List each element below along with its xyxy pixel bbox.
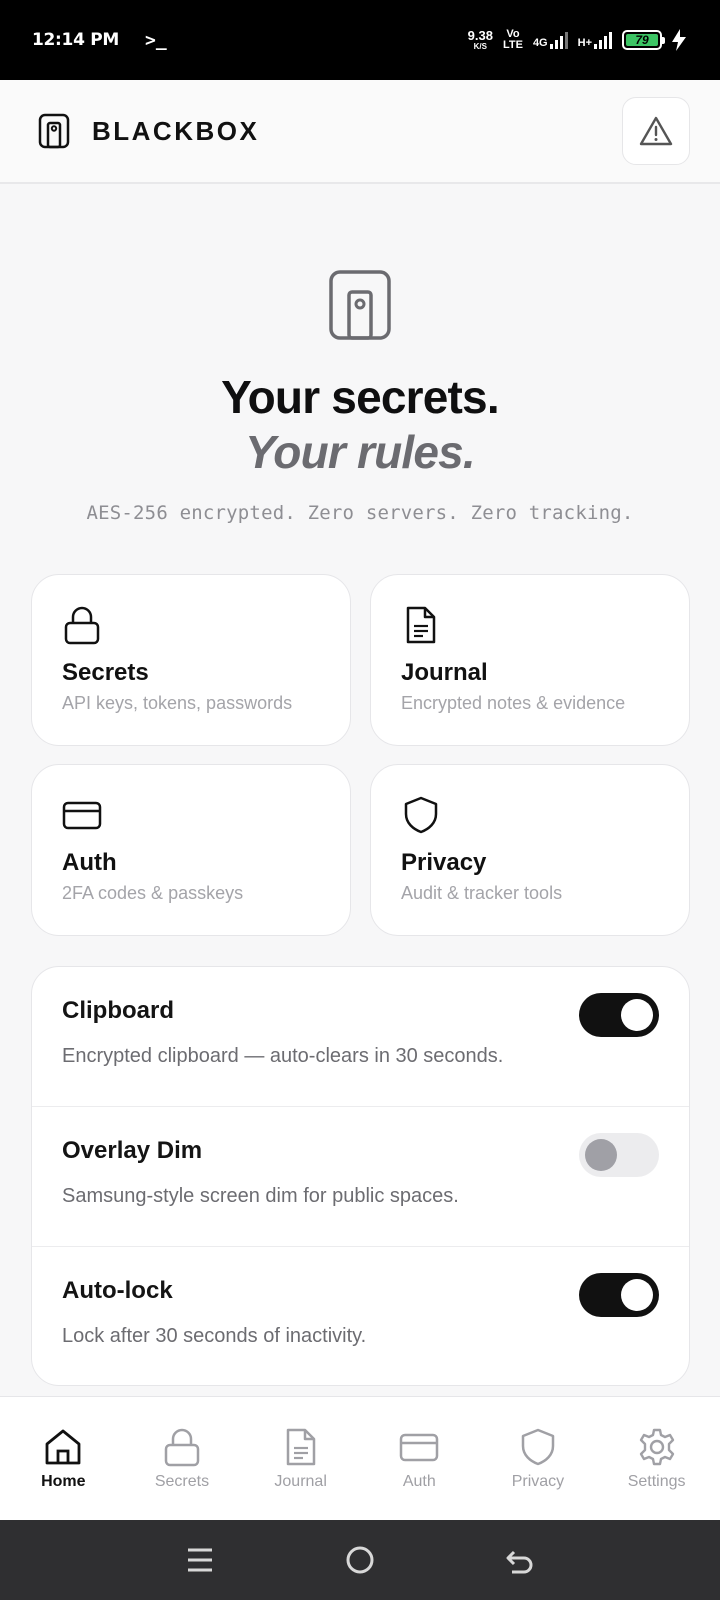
toggle-title: Overlay Dim — [62, 1137, 203, 1164]
shield-icon — [521, 1428, 555, 1466]
lock-icon — [64, 606, 100, 645]
overlay-dim-switch[interactable] — [579, 1133, 659, 1177]
toggle-title: Auto-lock — [62, 1277, 173, 1304]
feature-title: Privacy — [401, 849, 487, 876]
toggle-row-clipboard: Clipboard Encrypted clipboard — auto-cle… — [32, 967, 689, 1107]
volte-indicator: Vo LTE — [502, 28, 523, 51]
feature-subtitle: 2FA codes & passkeys — [62, 883, 244, 903]
feature-card-privacy[interactable]: Privacy Audit & tracker tools — [370, 764, 690, 936]
settings-toggles: Clipboard Encrypted clipboard — auto-cle… — [31, 966, 690, 1386]
toggle-description: Encrypted clipboard — auto-clears in 30 … — [62, 1045, 504, 1067]
vault-icon — [329, 270, 391, 340]
hero-subtitle: AES-256 encrypted. Zero servers. Zero tr… — [86, 502, 634, 525]
nav-secrets[interactable]: Secrets — [123, 1397, 241, 1491]
circle-home-icon[interactable] — [342, 1542, 378, 1578]
signal-4g: 4G — [533, 31, 568, 49]
toggle-description: Samsung-style screen dim for public spac… — [62, 1185, 459, 1207]
document-icon — [406, 606, 436, 644]
battery-icon: 79 — [622, 30, 665, 50]
nav-auth[interactable]: Auth — [360, 1397, 478, 1491]
charging-icon — [672, 29, 686, 51]
toggle-row-overlay-dim: Overlay Dim Samsung-style screen dim for… — [32, 1107, 689, 1247]
feature-card-auth[interactable]: Auth 2FA codes & passkeys — [31, 764, 351, 936]
nav-home[interactable]: Home — [4, 1397, 122, 1491]
feature-title: Journal — [401, 659, 488, 686]
signal-bars-icon — [594, 31, 612, 49]
shield-icon — [404, 796, 438, 834]
nav-label: Privacy — [511, 1473, 565, 1490]
toggle-row-auto-lock: Auto-lock Lock after 30 seconds of inact… — [32, 1247, 689, 1385]
auto-lock-switch[interactable] — [579, 1273, 659, 1317]
nav-label: Auth — [402, 1473, 436, 1490]
nav-label: Secrets — [154, 1473, 210, 1490]
back-icon[interactable] — [502, 1542, 538, 1578]
nav-journal[interactable]: Journal — [242, 1397, 360, 1491]
network-speed: 9.38 K/S — [467, 28, 493, 51]
terminal-icon: >_ — [145, 29, 167, 51]
clipboard-switch[interactable] — [579, 993, 659, 1037]
battery-level: 79 — [626, 34, 658, 46]
system-navigation-bar — [0, 1520, 720, 1600]
status-bar: 12:14 PM >_ 9.38 K/S Vo LTE 4G H+ 79 — [0, 0, 720, 80]
hero-headline: Your secrets. — [221, 371, 499, 423]
signal-bars-icon — [549, 31, 568, 49]
nav-label: Settings — [627, 1473, 686, 1490]
lock-icon — [164, 1428, 200, 1467]
feature-title: Auth — [62, 849, 117, 876]
feature-subtitle: API keys, tokens, passwords — [62, 693, 293, 713]
hero-section: Your secrets. Your rules. AES-256 encryp… — [0, 270, 720, 524]
signal-hplus: H+ — [578, 31, 612, 49]
home-icon — [45, 1429, 81, 1465]
gear-icon — [639, 1428, 674, 1466]
toggle-title: Clipboard — [62, 997, 174, 1024]
vault-icon — [38, 113, 70, 149]
document-icon — [286, 1428, 315, 1466]
nav-label: Journal — [274, 1473, 327, 1490]
recents-icon[interactable] — [182, 1542, 218, 1578]
toggle-description: Lock after 30 seconds of inactivity. — [62, 1325, 367, 1347]
feature-grid: Secrets API keys, tokens, passwords Jour… — [31, 574, 690, 936]
nav-privacy[interactable]: Privacy — [479, 1397, 597, 1491]
hero-tagline: Your rules. — [245, 426, 476, 479]
feature-card-journal[interactable]: Journal Encrypted notes & evidence — [370, 574, 690, 746]
bottom-navigation: Home Secrets Journal Auth Privacy Settin… — [0, 1396, 720, 1520]
feature-subtitle: Encrypted notes & evidence — [401, 693, 626, 713]
card-icon — [62, 801, 102, 830]
feature-subtitle: Audit & tracker tools — [401, 883, 563, 903]
nav-settings[interactable]: Settings — [598, 1397, 716, 1491]
nav-label: Home — [41, 1473, 86, 1490]
app-header: BLACKBOX — [0, 80, 720, 184]
status-time: 12:14 PM — [32, 30, 120, 50]
app-title: BLACKBOX — [92, 115, 260, 146]
feature-title: Secrets — [62, 659, 149, 686]
warning-icon — [639, 116, 673, 146]
feature-card-secrets[interactable]: Secrets API keys, tokens, passwords — [31, 574, 351, 746]
alert-button[interactable] — [622, 97, 690, 165]
card-icon — [400, 1433, 439, 1462]
